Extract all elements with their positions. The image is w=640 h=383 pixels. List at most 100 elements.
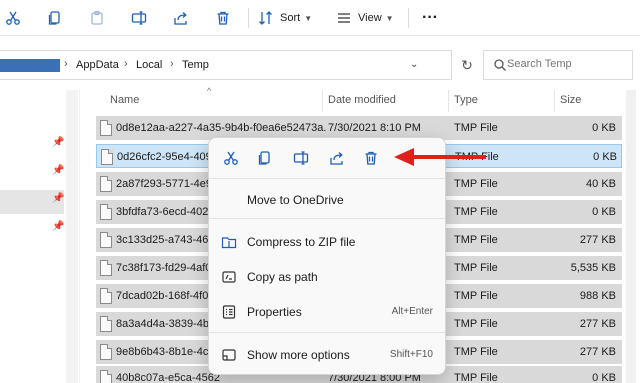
copy-icon[interactable] xyxy=(255,148,275,168)
refresh-icon[interactable]: ↻ xyxy=(458,56,476,74)
menu-item-label: Copy as path xyxy=(247,270,318,284)
column-divider[interactable] xyxy=(448,90,449,112)
sort-label: Sort xyxy=(280,12,301,24)
pin-icon: 📌 xyxy=(52,165,65,176)
show-more-icon xyxy=(222,349,236,361)
menu-divider xyxy=(209,178,445,179)
file-size: 277 KB xyxy=(579,346,616,358)
menu-item-show-more-options[interactable]: Show more options Shift+F10 xyxy=(209,341,445,369)
file-size: 0 KB xyxy=(592,372,616,383)
column-header-name[interactable]: Name xyxy=(110,94,139,108)
file-icon xyxy=(100,288,112,304)
file-size: 40 KB xyxy=(586,178,616,190)
column-header-type[interactable]: Type xyxy=(454,94,478,108)
file-size: 5,535 KB xyxy=(570,262,616,274)
chevron-right-icon: › xyxy=(170,58,174,70)
chevron-down-icon: ▼ xyxy=(304,13,313,23)
file-type: TMP File xyxy=(454,318,498,330)
cut-icon[interactable] xyxy=(4,6,22,30)
column-divider[interactable] xyxy=(554,90,555,112)
menu-divider xyxy=(209,332,445,333)
chevron-right-icon: › xyxy=(64,58,68,70)
breadcrumb-appdata[interactable]: AppData xyxy=(76,59,119,71)
paste-icon[interactable] xyxy=(88,6,106,30)
menu-item-label: Move to OneDrive xyxy=(247,193,344,207)
rename-icon[interactable] xyxy=(130,6,148,30)
toolbar-divider xyxy=(408,8,409,28)
file-type: TMP File xyxy=(454,122,498,134)
menu-item-label: Show more options xyxy=(247,348,350,362)
annotation-arrow xyxy=(394,148,486,166)
toolbar-divider xyxy=(248,8,249,28)
sort-ascending-icon: ^ xyxy=(207,86,212,96)
address-bar[interactable]: › AppData › Local › Temp ⌄ xyxy=(0,50,452,80)
search-icon xyxy=(494,59,506,71)
search-input[interactable] xyxy=(507,58,627,70)
file-type: TMP File xyxy=(454,206,498,218)
menu-item-label: Compress to ZIP file xyxy=(247,235,356,249)
file-name: 40b8c07a-e5ca-4562 xyxy=(116,372,220,383)
file-size: 0 KB xyxy=(592,122,616,134)
menu-divider xyxy=(209,218,445,219)
file-icon xyxy=(100,232,112,248)
file-date: 7/30/2021 8:10 PM xyxy=(328,122,421,134)
properties-icon xyxy=(222,305,236,319)
file-size: 0 KB xyxy=(593,151,617,163)
share-icon[interactable] xyxy=(172,6,190,30)
view-label: View xyxy=(358,12,382,24)
file-size: 0 KB xyxy=(592,206,616,218)
file-list-scrollbar[interactable] xyxy=(626,90,636,383)
column-divider[interactable] xyxy=(322,90,323,112)
rename-icon[interactable] xyxy=(291,148,311,168)
file-size: 277 KB xyxy=(579,318,616,330)
delete-icon[interactable] xyxy=(214,6,232,30)
column-header-date[interactable]: Date modified xyxy=(328,94,396,108)
delete-icon[interactable] xyxy=(361,148,381,168)
menu-item-compress-zip[interactable]: Compress to ZIP file xyxy=(209,228,445,256)
pin-icon: 📌 xyxy=(52,221,65,232)
view-button[interactable]: View ▼ xyxy=(336,6,400,30)
menu-item-properties[interactable]: Properties Alt+Enter xyxy=(209,298,445,326)
file-type: TMP File xyxy=(454,372,498,383)
zip-folder-icon xyxy=(221,237,237,249)
file-icon xyxy=(100,176,112,192)
menu-item-shortcut: Shift+F10 xyxy=(389,349,433,360)
sort-button[interactable]: Sort ▼ xyxy=(258,6,318,30)
cut-icon[interactable] xyxy=(221,148,241,168)
context-menu: Move to OneDrive Compress to ZIP file Co… xyxy=(208,137,446,375)
file-type: TMP File xyxy=(454,178,498,190)
file-icon xyxy=(100,316,112,332)
search-box[interactable] xyxy=(483,50,633,80)
menu-item-move-to-onedrive[interactable]: Move to OneDrive xyxy=(209,186,445,214)
menu-item-label: Properties xyxy=(247,305,302,319)
file-icon xyxy=(100,344,112,360)
file-icon xyxy=(100,260,112,276)
menu-item-copy-as-path[interactable]: Copy as path xyxy=(209,263,445,291)
file-size: 277 KB xyxy=(579,234,616,246)
nav-scrollbar[interactable] xyxy=(66,90,78,383)
copy-icon[interactable] xyxy=(46,6,64,30)
file-type: TMP File xyxy=(454,262,498,274)
file-icon xyxy=(100,204,112,220)
file-name: 0d8e12aa-a227-4a35-9b4b-f0ea6e52473a... xyxy=(116,122,326,134)
chevron-down-icon[interactable]: ⌄ xyxy=(410,59,418,70)
file-size: 988 KB xyxy=(579,290,616,302)
share-icon[interactable] xyxy=(327,148,347,168)
file-icon xyxy=(101,149,113,165)
chevron-right-icon: › xyxy=(124,58,128,70)
user-path-redacted xyxy=(0,59,60,72)
file-type: TMP File xyxy=(454,290,498,302)
more-options-button[interactable]: ··· xyxy=(418,6,442,30)
chevron-down-icon: ▼ xyxy=(385,13,394,23)
view-icon xyxy=(338,13,350,23)
column-header-size[interactable]: Size xyxy=(560,94,581,108)
pin-icon: 📌 xyxy=(52,137,65,148)
command-bar: Sort ▼ View ▼ ··· xyxy=(0,0,640,36)
sort-icon xyxy=(259,11,272,25)
file-type: TMP File xyxy=(454,346,498,358)
breadcrumb-temp[interactable]: Temp xyxy=(182,59,209,71)
copy-path-icon xyxy=(222,271,236,283)
breadcrumb-local[interactable]: Local xyxy=(136,59,162,71)
pin-icon: 📌 xyxy=(52,193,65,204)
file-type: TMP File xyxy=(454,234,498,246)
